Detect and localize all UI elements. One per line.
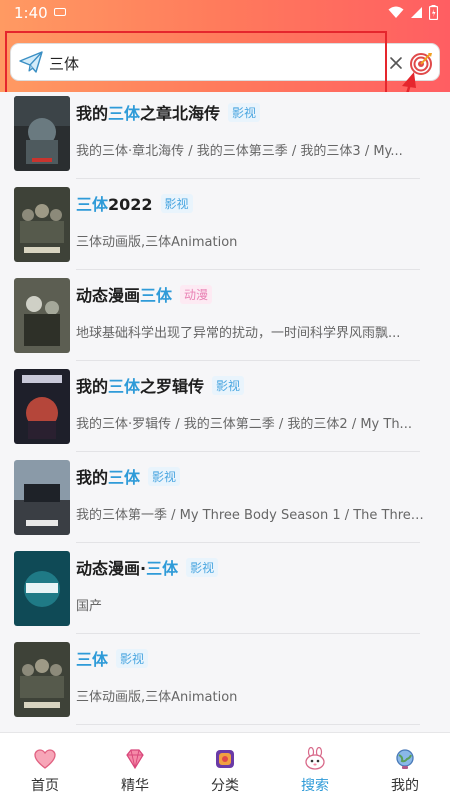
notification-icon — [54, 8, 66, 16]
result-title-row: 我的三体 影视 — [76, 464, 181, 488]
poster-thumbnail[interactable] — [14, 551, 70, 626]
bottom-navigation: 首页 精华 分类 搜索 我的 — [0, 732, 450, 800]
result-title[interactable]: 三体2022 — [76, 191, 153, 215]
result-item[interactable]: 我的三体之章北海传 影视我的三体·章北海传 / 我的三体第三季 / 我的三体3 /… — [0, 92, 450, 179]
nav-item-mine[interactable]: 我的 — [360, 733, 450, 800]
nav-label: 我的 — [391, 778, 419, 794]
divider — [76, 724, 420, 725]
nav-item-featured[interactable]: 精华 — [90, 733, 180, 800]
result-title[interactable]: 动态漫画三体 — [76, 282, 172, 306]
result-item[interactable]: 我的三体之罗辑传 影视我的三体·罗辑传 / 我的三体第二季 / 我的三体2 / M… — [0, 361, 450, 452]
nav-label: 首页 — [31, 778, 59, 794]
battery-icon — [429, 5, 438, 20]
wifi-icon — [388, 6, 404, 18]
result-item[interactable]: 我的三体 影视我的三体第一季 / My Three Body Season 1 /… — [0, 452, 450, 543]
close-icon — [390, 57, 402, 69]
poster-thumbnail[interactable] — [14, 96, 70, 171]
poster-thumbnail[interactable] — [14, 187, 70, 262]
category-tag: 影视 — [212, 375, 245, 395]
category-tag: 影视 — [228, 102, 261, 122]
target-icon[interactable] — [409, 51, 433, 75]
nav-label: 精华 — [121, 778, 149, 794]
result-title[interactable]: 动态漫画·三体 — [76, 555, 178, 579]
result-item[interactable]: 动态漫画·三体 影视国产 — [0, 543, 450, 634]
nav-item-search[interactable]: 搜索 — [270, 733, 360, 800]
result-title[interactable]: 我的三体之章北海传 — [76, 100, 220, 124]
globe-icon — [393, 747, 417, 771]
poster-thumbnail[interactable] — [14, 278, 70, 353]
title-text: 之章北海传 — [140, 104, 221, 123]
poster-thumbnail[interactable] — [14, 369, 70, 444]
result-item[interactable]: 三体2022 影视三体动画版,三体Animation — [0, 179, 450, 270]
category-tag: 影视 — [116, 648, 149, 668]
status-time: 1:40 — [14, 4, 48, 22]
title-text: 2022 — [108, 195, 153, 214]
result-description: 我的三体第一季 / My Three Body Season 1 / The T… — [76, 508, 428, 523]
title-text: 我的 — [76, 377, 109, 396]
status-icons — [388, 5, 438, 20]
result-description: 我的三体·罗辑传 / 我的三体第二季 / 我的三体2 / My Th... — [76, 417, 412, 432]
nav-label: 分类 — [211, 778, 239, 794]
category-tag: 影视 — [186, 557, 219, 577]
poster-thumbnail[interactable] — [14, 460, 70, 535]
result-description: 三体动画版,三体Animation — [76, 690, 238, 705]
result-description: 国产 — [76, 599, 103, 614]
result-title-row: 三体2022 影视 — [76, 191, 193, 215]
header-bar: 1:40 — [0, 0, 450, 92]
title-text: 动态漫画· — [76, 559, 147, 578]
title-text: 我的 — [76, 104, 109, 123]
highlight-keyword: 三体 — [146, 559, 179, 578]
result-title[interactable]: 我的三体之罗辑传 — [76, 373, 204, 397]
title-text: 动态漫画 — [76, 286, 141, 305]
status-bar: 1:40 — [0, 0, 450, 26]
title-text: 我的 — [76, 468, 109, 487]
category-tag: 动漫 — [180, 284, 213, 304]
result-description: 我的三体·章北海传 / 我的三体第三季 / 我的三体3 / My... — [76, 144, 403, 159]
result-description: 地球基础科学出现了异常的扰动，一时间科学界风雨飘... — [76, 326, 401, 341]
result-title-row: 三体 影视 — [76, 646, 149, 670]
search-bunny-icon — [303, 746, 327, 771]
clear-search-button[interactable] — [385, 52, 407, 74]
search-input[interactable] — [49, 52, 369, 74]
paper-plane-icon — [19, 51, 43, 73]
highlight-keyword: 三体 — [76, 195, 109, 214]
highlight-keyword: 三体 — [108, 468, 141, 487]
result-title[interactable]: 我的三体 — [76, 464, 140, 488]
category-tag: 影视 — [148, 466, 181, 486]
result-title-row: 我的三体之章北海传 影视 — [76, 100, 261, 124]
highlight-keyword: 三体 — [108, 104, 141, 123]
highlight-keyword: 三体 — [108, 377, 141, 396]
highlight-keyword: 三体 — [140, 286, 173, 305]
search-bar[interactable] — [10, 43, 440, 81]
result-title-row: 动态漫画三体 动漫 — [76, 282, 213, 306]
result-description: 三体动画版,三体Animation — [76, 235, 238, 250]
title-text: 之罗辑传 — [140, 377, 205, 396]
search-results-list: 我的三体之章北海传 影视 我的三体·章北海传 / 我的三体第三季 / 我的三体3 /… — [0, 92, 450, 732]
highlight-keyword: 三体 — [76, 650, 109, 669]
result-item[interactable]: 三体 影视三体动画版,三体Animation — [0, 634, 450, 725]
diamond-icon — [123, 747, 147, 771]
nav-label: 搜索 — [301, 778, 329, 794]
signal-icon — [411, 7, 422, 18]
result-title-row: 我的三体之罗辑传 影视 — [76, 373, 245, 397]
nav-item-home[interactable]: 首页 — [0, 733, 90, 800]
result-title[interactable]: 三体 — [76, 646, 108, 670]
result-item[interactable]: 动态漫画三体 动漫地球基础科学出现了异常的扰动，一时间科学界风雨飘... — [0, 270, 450, 361]
heart-icon — [33, 747, 57, 771]
nav-item-category[interactable]: 分类 — [180, 733, 270, 800]
poster-thumbnail[interactable] — [14, 642, 70, 717]
category-tag: 影视 — [160, 193, 193, 213]
category-icon — [213, 747, 237, 771]
result-title-row: 动态漫画·三体 影视 — [76, 555, 219, 579]
